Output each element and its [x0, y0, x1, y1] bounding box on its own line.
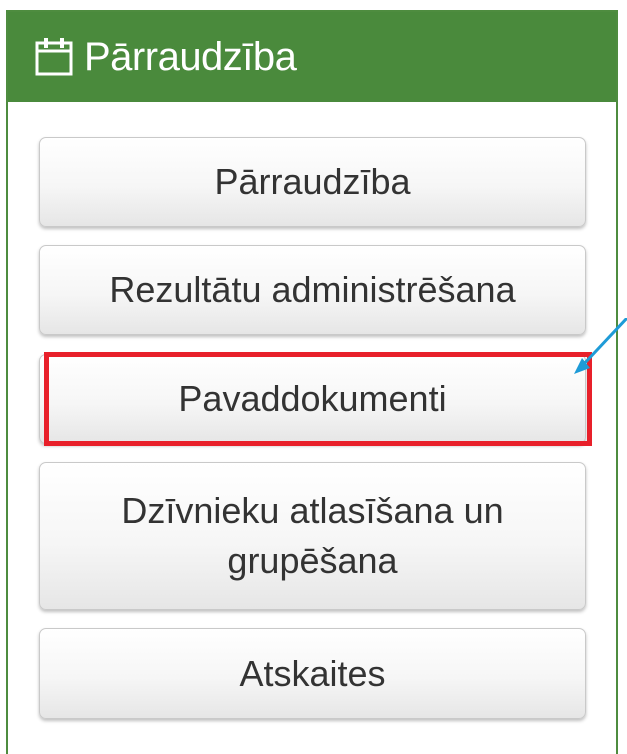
calendar-icon [34, 37, 76, 77]
dzivnieku-atlasisana-button[interactable]: Dzīvnieku atlasīšana un grupēšana [39, 462, 586, 610]
parraudziba-button[interactable]: Pārraudzība [39, 137, 586, 227]
panel-title: Pārraudzība [84, 34, 297, 79]
pavaddokumenti-button[interactable]: Pavaddokumenti [39, 354, 586, 444]
panel-header: Pārraudzība [8, 12, 616, 102]
atskaites-button[interactable]: Atskaites [39, 628, 586, 719]
rezultatu-administresana-button[interactable]: Rezultātu administrēšana [39, 245, 586, 335]
